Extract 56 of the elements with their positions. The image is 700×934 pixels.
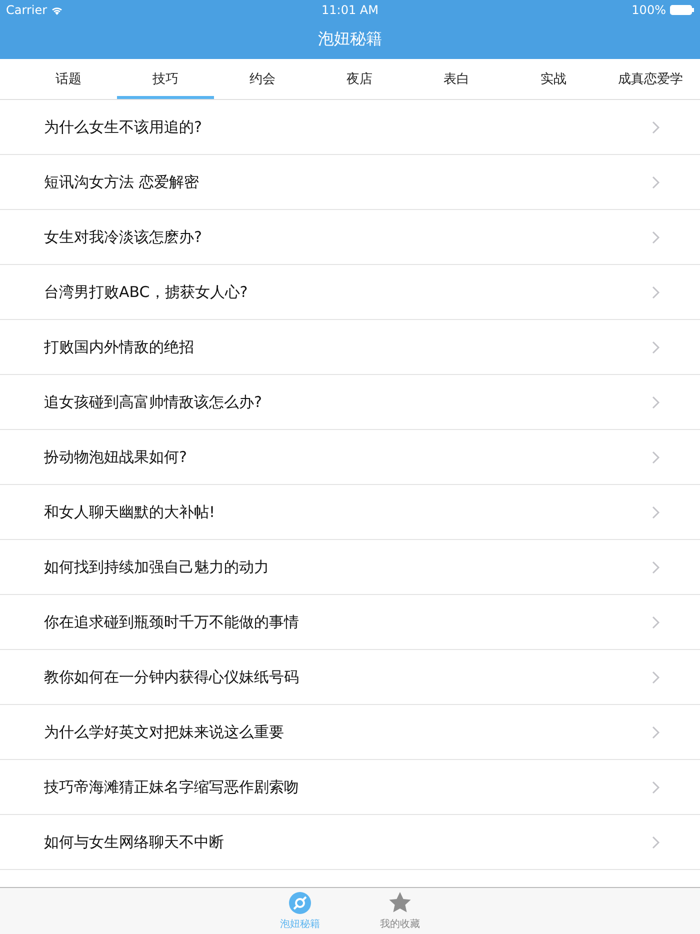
article-row[interactable]: 和女人聊天幽默的大补帖! xyxy=(0,485,700,540)
star-icon xyxy=(388,891,412,915)
article-row[interactable]: 为什么学好英文对把妹来说这么重要 xyxy=(0,705,700,760)
chevron-icon xyxy=(652,120,660,134)
article-title: 台湾男打败ABC，掳获女人心? xyxy=(44,282,249,302)
article-row[interactable]: 如何与女生网络聊天不中断 xyxy=(0,815,700,870)
article-title: 为什么学好英文对把妹来说这么重要 xyxy=(44,722,285,742)
chevron-icon xyxy=(652,230,660,244)
category-tab[interactable]: 话题 xyxy=(20,59,117,99)
chevron-icon xyxy=(652,560,660,574)
article-row[interactable]: 打败国内外情敌的绝招 xyxy=(0,320,700,375)
article-row[interactable]: 短讯沟女方法 恋爱解密 xyxy=(0,155,700,210)
article-row[interactable]: 为什么女生不该用追的? xyxy=(0,100,700,155)
article-title: 女生对我冷淡该怎麽办? xyxy=(44,228,203,246)
chevron-icon xyxy=(652,670,660,684)
battery-icon xyxy=(670,5,694,15)
article-title: 你在追求碰到瓶颈时千万不能做的事情 xyxy=(44,612,300,632)
category-tab[interactable]: 表白 xyxy=(408,59,505,99)
chevron-icon xyxy=(652,340,660,354)
article-row[interactable]: 扮动物泡妞战果如何? xyxy=(0,430,700,485)
chevron-icon xyxy=(652,450,660,464)
article-title: 追女孩碰到高富帅情敌该怎么办? xyxy=(44,392,263,412)
article-row[interactable]: 教你如何在一分钟内获得心仪妹纸号码 xyxy=(0,650,700,705)
article-row[interactable]: 追女孩碰到高富帅情敌该怎么办? xyxy=(0,375,700,430)
chevron-icon xyxy=(652,616,660,628)
article-title: 为什么女生不该用追的? xyxy=(44,118,203,136)
disc-icon xyxy=(288,891,312,915)
carrier-label: Carrier xyxy=(6,3,48,17)
chevron-icon xyxy=(652,836,660,848)
chevron-icon xyxy=(652,506,660,518)
article-title: 如何找到持续加强自己魅力的动力 xyxy=(44,558,270,576)
chevron-icon xyxy=(652,286,660,298)
article-row[interactable]: 如何找到持续加强自己魅力的动力 xyxy=(0,540,700,595)
battery-label: 100% xyxy=(632,3,666,17)
nav-title: 泡妞秘籍 xyxy=(318,29,382,50)
article-row[interactable]: 台湾男打败ABC，掳获女人心? xyxy=(0,265,700,320)
category-tab[interactable]: 夜店 xyxy=(311,59,408,99)
category-tab[interactable]: 成真恋爱学 xyxy=(602,59,699,99)
article-title: 短讯沟女方法 恋爱解密 xyxy=(44,172,200,192)
chevron-icon xyxy=(652,780,660,794)
article-title: 教你如何在一分钟内获得心仪妹纸号码 xyxy=(44,668,300,686)
chevron-icon xyxy=(652,726,660,738)
article-title: 和女人聊天幽默的大补帖! xyxy=(44,502,216,522)
article-row[interactable]: 技巧帝海滩猜正妹名字缩写恶作剧索吻 xyxy=(0,760,700,815)
category-tab[interactable]: 实战 xyxy=(505,59,602,99)
article-row[interactable]: 你在追求碰到瓶颈时千万不能做的事情 xyxy=(0,595,700,650)
category-tab[interactable]: 约会 xyxy=(214,59,311,99)
wifi-icon xyxy=(51,6,64,14)
article-title: 如何与女生网络聊天不中断 xyxy=(44,832,225,852)
article-title: 扮动物泡妞战果如何? xyxy=(44,448,188,466)
article-title: 打败国内外情敌的绝招 xyxy=(44,338,195,356)
chevron-icon xyxy=(652,176,660,188)
status-time: 11:01 AM xyxy=(322,3,378,17)
article-title: 技巧帝海滩猜正妹名字缩写恶作剧索吻 xyxy=(44,778,300,796)
chevron-icon xyxy=(652,396,660,408)
article-row[interactable]: 女生对我冷淡该怎麽办? xyxy=(0,210,700,265)
